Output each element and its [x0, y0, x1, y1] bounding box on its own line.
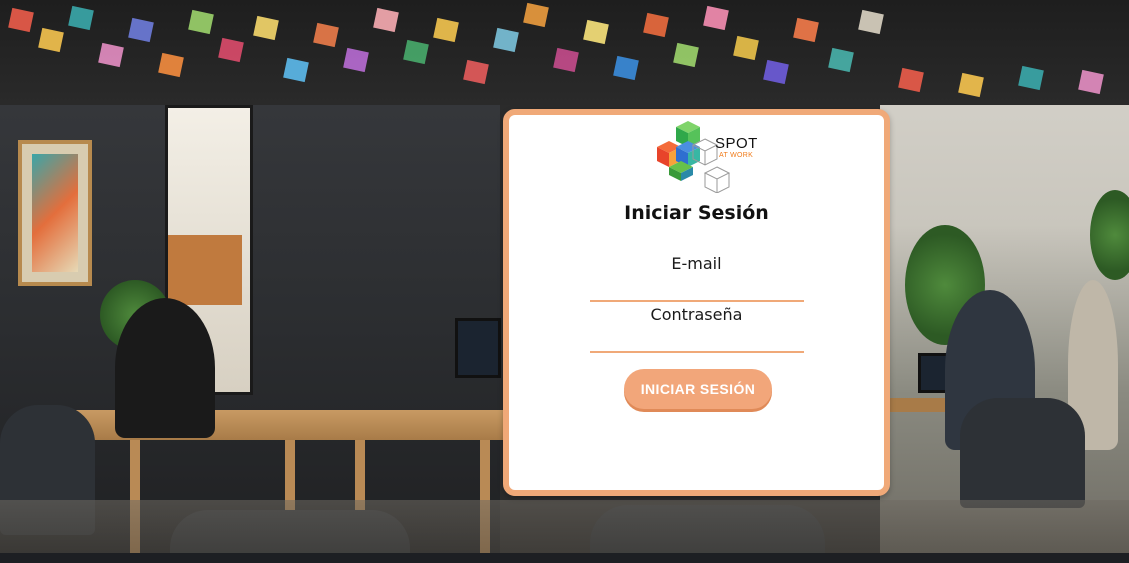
brand-tagline: AT WORK: [719, 152, 754, 159]
page-title: Iniciar Sesión: [624, 202, 769, 224]
password-label: Contraseña: [650, 305, 743, 324]
password-field[interactable]: [590, 329, 804, 353]
email-label: E-mail: [671, 254, 722, 273]
email-field[interactable]: [590, 278, 804, 302]
login-button[interactable]: INICIAR SESIÓN: [624, 369, 772, 409]
login-card: SPOT AT WORK Iniciar Sesión E-mail Contr…: [503, 109, 890, 496]
brand-name: SPOT: [715, 135, 758, 152]
